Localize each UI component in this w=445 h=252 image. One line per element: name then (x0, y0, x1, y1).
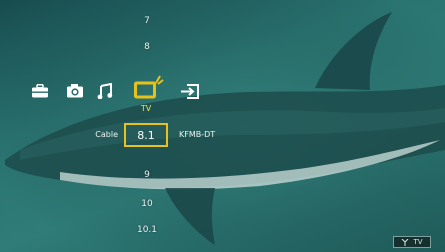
status-badge: TV (393, 236, 431, 248)
tv-category-label: TV (140, 104, 152, 113)
input-icon[interactable] (180, 84, 199, 99)
antenna-icon (402, 238, 409, 246)
channel-item[interactable]: 8 (144, 42, 150, 52)
channel-item[interactable]: 10.1 (137, 225, 157, 235)
xmb-screen: 7 8 TV Cable 8.1 KFMB-DT 9 10 10.1 TV (0, 0, 445, 252)
selected-channel-number: 8.1 (137, 128, 155, 142)
channel-item[interactable]: 10 (141, 199, 152, 209)
station-name: KFMB-DT (179, 130, 216, 139)
tv-icon[interactable] (134, 74, 164, 100)
channel-item[interactable]: 9 (144, 170, 150, 180)
selected-channel[interactable]: 8.1 (124, 123, 168, 147)
channel-item[interactable]: 7 (144, 16, 150, 26)
status-badge-label: TV (413, 238, 423, 246)
music-note-icon[interactable] (97, 83, 113, 99)
camera-icon[interactable] (66, 83, 84, 98)
dolphin-background-image (0, 0, 445, 252)
source-label: Cable (95, 130, 118, 139)
toolbox-icon[interactable] (31, 84, 49, 98)
